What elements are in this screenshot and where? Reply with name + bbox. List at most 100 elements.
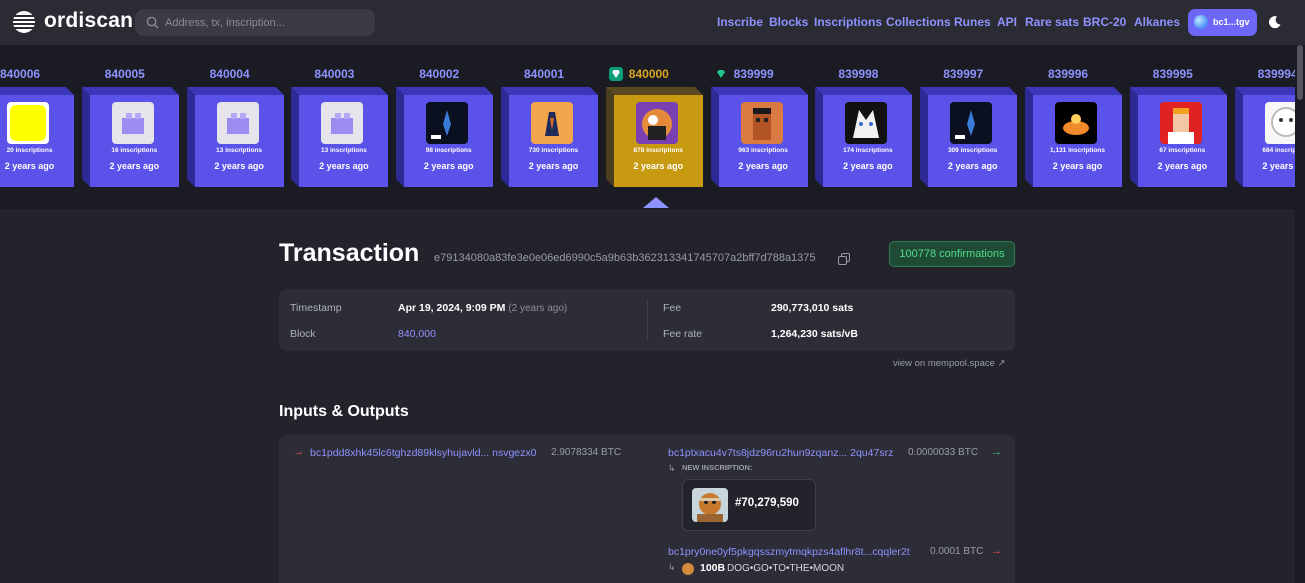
search-input[interactable] <box>165 9 365 36</box>
block-inscription-count: 67 inscriptions <box>1159 147 1206 154</box>
nav-blocks[interactable]: Blocks <box>769 15 808 29</box>
selected-block-pointer <box>643 197 669 208</box>
nav-collections[interactable]: Collections <box>886 15 951 29</box>
block-age: 2 years ago <box>214 161 264 171</box>
block-inscription-count: 174 inscriptions <box>843 147 893 154</box>
block-age: 2 years ago <box>4 161 55 171</box>
rune-name[interactable]: DOG•GO•TO•THE•MOON <box>727 563 844 574</box>
block-card[interactable]: 730 inscriptions 2 years ago <box>501 87 598 187</box>
block-inscription-count: 98 inscriptions <box>425 147 472 154</box>
inputs-outputs-heading: Inputs & Outputs <box>279 403 409 420</box>
block-number[interactable]: 839996 <box>1048 67 1088 81</box>
block-face: 730 inscriptions 2 years ago <box>509 95 598 187</box>
block-face: 174 inscriptions 2 years ago <box>823 95 913 187</box>
block-number[interactable]: 839997 <box>943 67 983 81</box>
block-age: 2 years ago <box>947 161 998 171</box>
copy-icon[interactable] <box>838 253 850 265</box>
block-inscription-count: 20 inscriptions <box>6 147 53 154</box>
output-amount-2: 0.0001 BTC <box>930 546 984 557</box>
block-number[interactable]: 839995 <box>1153 67 1193 81</box>
output-arrow-icon: → <box>991 446 1002 458</box>
timestamp-value: Apr 19, 2024, 9:09 PM (2 years ago) <box>398 302 568 314</box>
block-card[interactable]: 174 inscriptions 2 years ago <box>815 87 913 187</box>
inscription-card[interactable]: #70,279,590 <box>682 479 816 531</box>
block-inscription-thumbnail <box>216 102 259 144</box>
block-inscription-thumbnail <box>321 102 364 144</box>
output-address-1[interactable]: bc1ptxacu4v7ts8jdz96ru2hun9zqanz... 2qu4… <box>668 447 893 459</box>
block-card[interactable]: 20 inscriptions 2 years ago <box>0 87 74 187</box>
output-address-2[interactable]: bc1pry0ne0yf5pkgqsszmytmqkpzs4aflhr8t...… <box>668 546 910 558</box>
block-card[interactable]: 98 inscriptions 2 years ago <box>396 87 494 187</box>
block-number[interactable]: 839999 <box>734 67 774 81</box>
nav-api[interactable]: API <box>997 15 1017 29</box>
block-card[interactable]: 1,131 inscriptions 2 years ago <box>1025 87 1122 187</box>
inputs-outputs-card: → bc1pdd8xhk45lc6tghzd89klsyhujavld... n… <box>279 435 1015 583</box>
transaction-details-card: Timestamp Apr 19, 2024, 9:09 PM (2 years… <box>279 289 1015 351</box>
scrollbar-thumb[interactable] <box>1297 45 1303 100</box>
nav-rare-sats[interactable]: Rare sats <box>1025 15 1079 29</box>
block-face: 309 inscriptions 2 years ago <box>928 95 1018 187</box>
block-inscription-count: 16 inscriptions <box>111 147 158 154</box>
block-inscription-thumbnail <box>1055 102 1097 144</box>
branch-icon: ↳ <box>668 463 676 473</box>
block-age: 2 years ago <box>423 161 474 171</box>
nav-brc20[interactable]: BRC-20 <box>1083 15 1126 29</box>
block-number[interactable]: 840004 <box>210 67 250 81</box>
block-face: 13 inscriptions 2 years ago <box>194 95 284 187</box>
block-inscription-count: 309 inscriptions <box>947 147 998 154</box>
timestamp-label: Timestamp <box>290 302 342 314</box>
block-age: 2 years ago <box>319 161 369 171</box>
rune-icon <box>682 563 694 575</box>
block-number[interactable]: 840003 <box>314 67 354 81</box>
block-number[interactable]: 840006 <box>0 67 40 81</box>
block-card[interactable]: 309 inscriptions 2 years ago <box>920 87 1018 187</box>
input-address[interactable]: bc1pdd8xhk45lc6tghzd89klsyhujavld... nsv… <box>310 447 536 459</box>
diamond-icon <box>713 67 728 81</box>
nav-alkanes[interactable]: Alkanes <box>1134 15 1180 29</box>
search-bar[interactable] <box>135 9 375 36</box>
block-face: 20 inscriptions 2 years ago <box>0 95 74 187</box>
block-number[interactable]: 840001 <box>524 67 564 81</box>
wallet-avatar <box>1194 15 1208 29</box>
nav-inscriptions[interactable]: Inscriptions <box>814 15 882 29</box>
block-card[interactable]: 13 inscriptions 2 years ago <box>291 87 389 187</box>
block-age: 2 years ago <box>109 161 160 171</box>
block-inscription-thumbnail <box>950 102 993 144</box>
nav-inscribe[interactable]: Inscribe <box>717 15 763 29</box>
search-icon <box>146 16 159 29</box>
block-number[interactable]: 839998 <box>838 67 878 81</box>
block-card[interactable]: 13 inscriptions 2 years ago <box>186 87 284 187</box>
dark-mode-toggle-icon[interactable] <box>1268 15 1282 29</box>
block-inscription-count: 963 inscriptions <box>738 147 788 154</box>
block-card[interactable]: 67 inscriptions 2 years ago <box>1129 87 1227 187</box>
mempool-link[interactable]: view on mempool.space ↗ <box>893 358 1006 369</box>
input-amount: 2.9078334 BTC <box>551 447 622 458</box>
block-label: Block <box>290 328 316 340</box>
block-card[interactable]: 878 inscriptions 2 years ago <box>605 87 703 187</box>
top-nav-bar: ordiscan Inscribe Blocks Inscriptions Co… <box>0 0 1305 45</box>
block-number[interactable]: 840000 <box>629 67 669 81</box>
ordiscan-logo-icon[interactable] <box>12 10 36 34</box>
block-card[interactable]: 16 inscriptions 2 years ago <box>81 87 179 187</box>
block-number[interactable]: 839994 <box>1258 67 1298 81</box>
branch-icon: ↳ <box>668 562 676 572</box>
block-inscription-thumbnail <box>635 102 678 144</box>
new-inscription-label: NEW INSCRIPTION: <box>682 463 753 472</box>
block-age: 2 years ago <box>633 161 684 171</box>
block-age: 2 years ago <box>1157 161 1208 171</box>
logo-text[interactable]: ordiscan <box>44 9 133 33</box>
block-face: 16 inscriptions 2 years ago <box>89 95 179 187</box>
block-card[interactable]: 963 inscriptions 2 years ago <box>710 87 808 187</box>
block-inscription-count: 13 inscriptions <box>216 147 263 154</box>
block-link[interactable]: 840,000 <box>398 328 436 340</box>
wallet-button[interactable]: bc1...tgv <box>1188 9 1257 36</box>
block-inscription-thumbnail <box>1159 102 1202 144</box>
block-inscription-thumbnail <box>845 102 888 144</box>
scrollbar[interactable] <box>1295 45 1305 583</box>
block-inscription-count: 1,131 inscriptions <box>1050 147 1105 154</box>
block-number[interactable]: 840005 <box>105 67 145 81</box>
block-number[interactable]: 840002 <box>419 67 459 81</box>
nav-runes[interactable]: Runes <box>954 15 991 29</box>
block-face: 98 inscriptions 2 years ago <box>404 95 494 187</box>
fee-value: 290,773,010 sats <box>771 302 854 314</box>
